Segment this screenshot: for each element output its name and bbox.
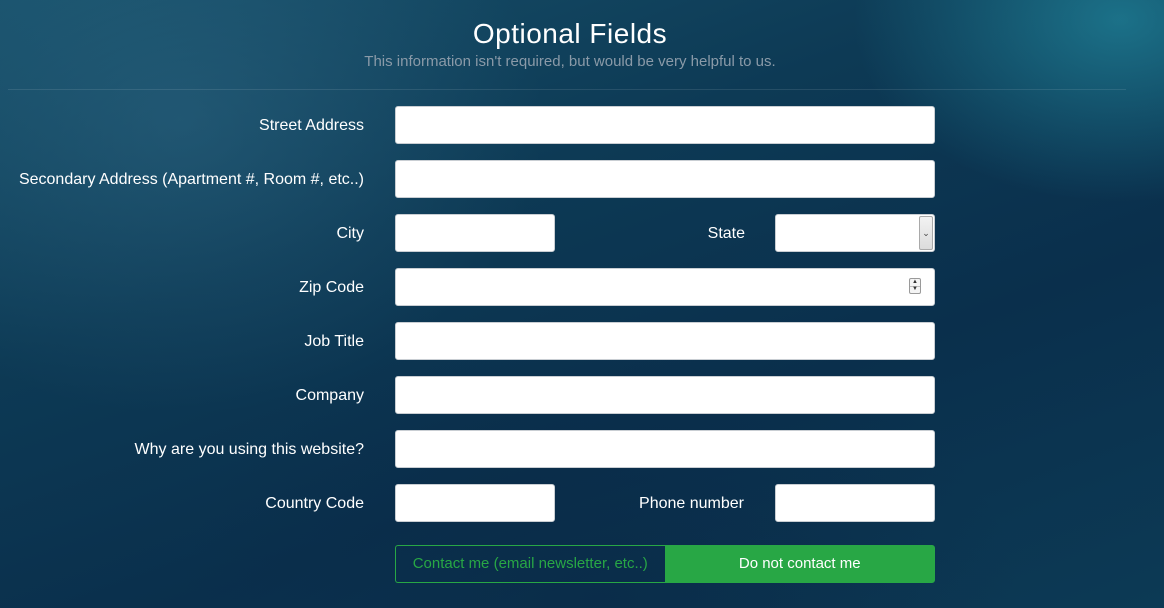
zip-code-wrapper: ▲ ▼ (395, 268, 935, 306)
job-title-label: Job Title (304, 333, 364, 350)
country-code-label: Country Code (265, 495, 364, 512)
why-using-input[interactable] (395, 430, 935, 468)
city-input[interactable] (395, 214, 555, 252)
phone-number-label: Phone number (639, 495, 744, 512)
country-code-input[interactable] (395, 484, 555, 522)
why-using-label: Why are you using this website? (134, 441, 364, 458)
do-not-contact-button[interactable]: Do not contact me (664, 545, 935, 583)
zip-code-input[interactable] (395, 268, 935, 306)
secondary-address-label: Secondary Address (Apartment #, Room #, … (18, 171, 364, 188)
street-address-label: Street Address (259, 117, 364, 134)
city-label: City (336, 225, 364, 242)
spinner-down-icon[interactable]: ▼ (910, 286, 920, 293)
street-address-input[interactable] (395, 106, 935, 144)
company-input[interactable] (395, 376, 935, 414)
phone-number-input[interactable] (775, 484, 935, 522)
contact-me-button[interactable]: Contact me (email newsletter, etc..) (395, 545, 665, 583)
job-title-input[interactable] (395, 322, 935, 360)
chevron-down-icon[interactable]: ⌄ (919, 216, 933, 250)
secondary-address-input[interactable] (395, 160, 935, 198)
header-divider (8, 89, 1126, 90)
contact-preference-toggle: Contact me (email newsletter, etc..) Do … (395, 545, 935, 583)
page-title: Optional Fields (472, 18, 668, 49)
page-header: Optional Fields This information isn't r… (0, 16, 1140, 72)
page-subtitle: This information isn't required, but wou… (364, 53, 776, 70)
state-select[interactable]: ⌄ (775, 214, 935, 252)
state-label: State (707, 225, 745, 242)
zip-code-label: Zip Code (299, 279, 364, 296)
number-spinner-icon[interactable]: ▲ ▼ (909, 278, 921, 294)
company-label: Company (295, 387, 364, 404)
